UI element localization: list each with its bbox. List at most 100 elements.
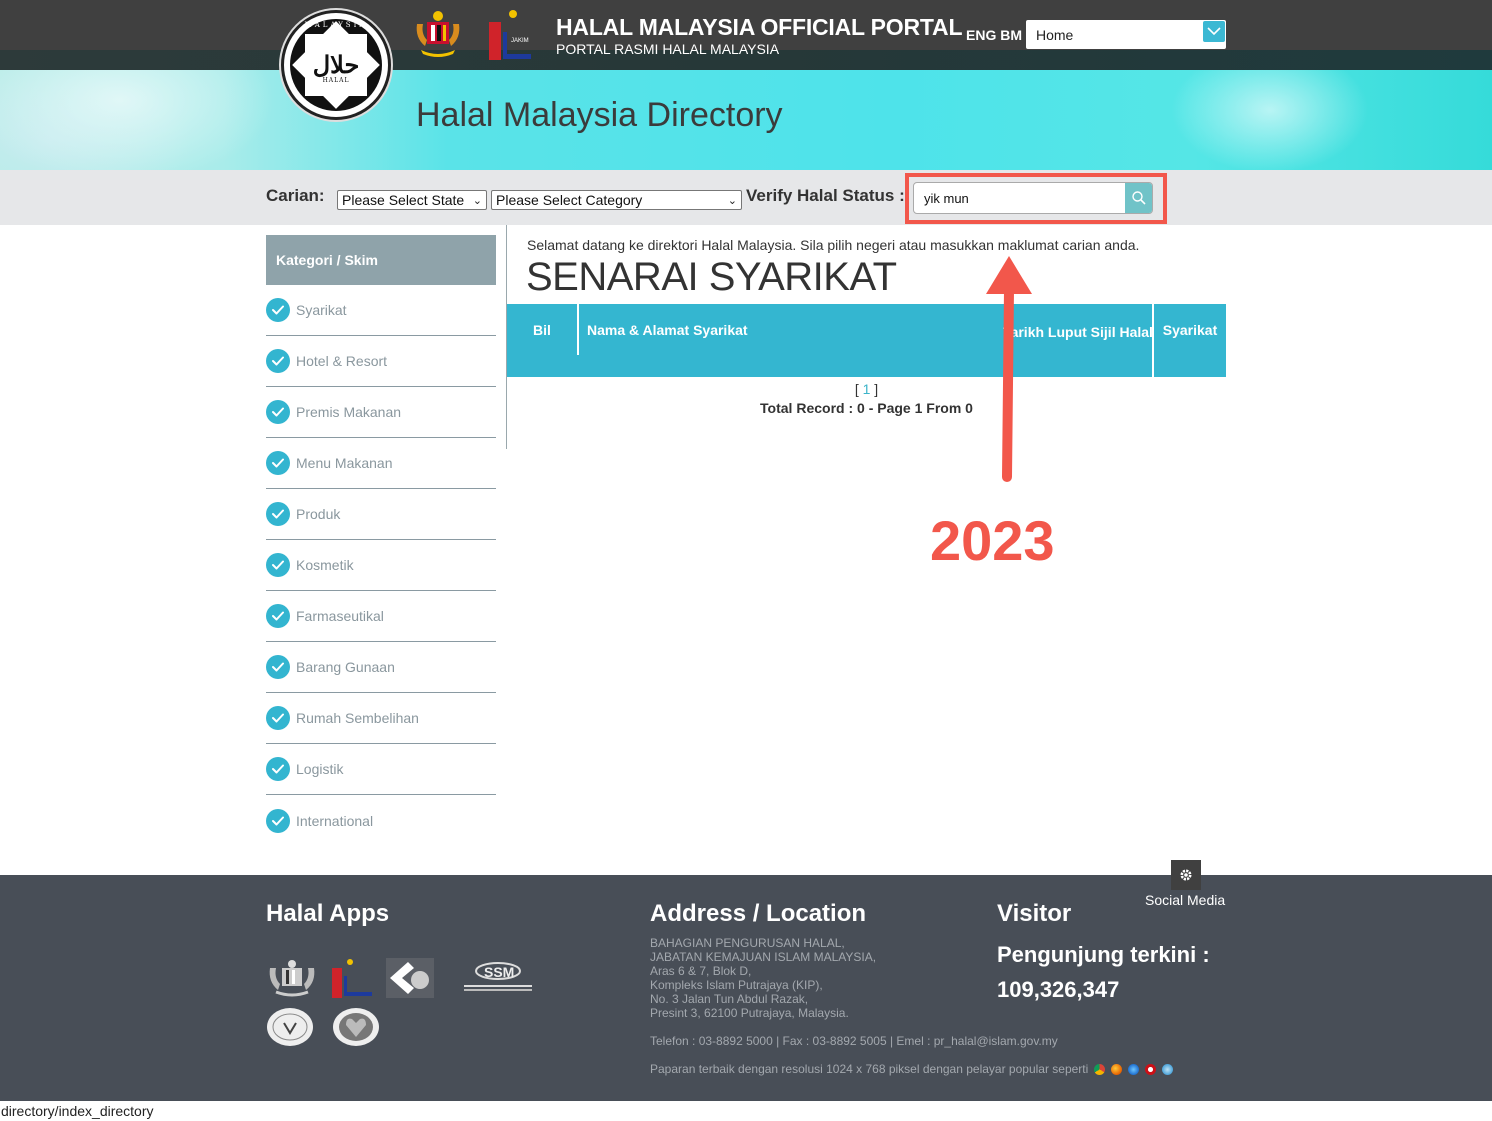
- sidebar-item-label: Barang Gunaan: [296, 659, 395, 675]
- logo-arabic-text: حلال: [312, 50, 360, 79]
- visitor-count: 109,326,347: [997, 977, 1120, 1002]
- column-header-bil: Bil: [533, 322, 551, 338]
- health-ministry-app-icon[interactable]: [332, 1007, 380, 1047]
- category-select[interactable]: Please Select Category ⌄: [491, 190, 742, 210]
- sidebar-item-label: Rumah Sembelihan: [296, 710, 419, 726]
- lang-eng-link[interactable]: ENG: [966, 27, 996, 43]
- check-circle-icon: [266, 553, 290, 577]
- firefox-icon: [1111, 1063, 1123, 1075]
- sidebar-item-label: Logistik: [296, 761, 344, 777]
- sidebar-item-label: International: [296, 812, 374, 829]
- sidebar-item[interactable]: Logistik: [266, 744, 496, 795]
- sidebar-item-label: Menu Makanan: [296, 455, 393, 471]
- sidebar-item-label: Farmaseutikal: [296, 608, 384, 624]
- annotation-year: 2023: [930, 509, 1055, 572]
- veterinary-app-icon[interactable]: [266, 1007, 314, 1047]
- sidebar-heading: Kategori / Skim: [266, 235, 496, 285]
- sidebar-item[interactable]: Produk: [266, 489, 496, 540]
- company-list-heading: SENARAI SYARIKAT: [526, 255, 897, 299]
- sidebar-item-label: Premis Makanan: [296, 404, 402, 420]
- column-separator: [577, 304, 579, 355]
- sidebar-item[interactable]: Kosmetik: [266, 540, 496, 591]
- sidebar-item-label: Syarikat: [296, 302, 347, 318]
- browser-status-bar: directory/index_directory: [0, 1101, 1492, 1121]
- sidebar-item[interactable]: International: [266, 795, 496, 846]
- check-circle-icon: [266, 655, 290, 679]
- category-select-value: Please Select Category: [496, 192, 643, 208]
- logo-ring: MALAYSIA حلال HALAL: [290, 19, 382, 111]
- safari-icon: [1162, 1063, 1174, 1075]
- sidebar-item[interactable]: Barang Gunaan: [266, 642, 496, 693]
- jakim-app-icon[interactable]: [332, 958, 372, 998]
- address-line: Presint 3, 62100 Putrajaya, Malaysia.: [650, 1006, 849, 1020]
- total-record-text: Total Record : 0 - Page 1 From 0: [760, 400, 973, 416]
- search-button[interactable]: [1125, 183, 1152, 213]
- social-media-label: Social Media: [1145, 892, 1226, 908]
- pagination: [ 1 ]: [507, 381, 1226, 397]
- check-circle-icon: [266, 502, 290, 526]
- welcome-text: Selamat datang ke direktori Halal Malays…: [527, 237, 1140, 253]
- visitor-label: Pengunjung terkini :: [997, 942, 1210, 967]
- sidebar-item[interactable]: Menu Makanan: [266, 438, 496, 489]
- sidebar-item-label: Hotel & Resort: [296, 353, 388, 369]
- logo-halal-text: HALAL: [322, 77, 350, 84]
- address-block: BAHAGIAN PENGURUSAN HALAL, JABATAN KEMAJ…: [650, 936, 876, 1020]
- check-circle-icon: [266, 451, 290, 475]
- chrome-icon: [1094, 1063, 1106, 1075]
- address-heading: Address / Location: [650, 900, 867, 927]
- check-circle-icon: [266, 400, 290, 424]
- sidebar-item-label: Kosmetik: [296, 557, 354, 573]
- sidebar-item[interactable]: Syarikat: [266, 285, 496, 336]
- annotation-arrow-icon: [986, 256, 1032, 482]
- pager-page-1[interactable]: 1: [863, 381, 871, 397]
- category-sidebar: Kategori / Skim Syarikat Hotel & Resort Pr…: [266, 235, 496, 846]
- myecc-app-icon[interactable]: [386, 958, 434, 998]
- sidebar-item[interactable]: Premis Makanan: [266, 387, 496, 438]
- ssm-app-icon[interactable]: SSM: [458, 957, 538, 995]
- column-header-syarikat: Syarikat: [1162, 322, 1218, 338]
- portal-title: HALAL MALAYSIA OFFICIAL PORTAL: [556, 14, 963, 40]
- social-media-button[interactable]: [1171, 860, 1201, 890]
- search-icon: [1131, 191, 1146, 205]
- state-select-value: Please Select State: [342, 192, 465, 208]
- check-circle-icon: [266, 808, 290, 833]
- halal-malaysia-logo[interactable]: MALAYSIA حلال HALAL: [281, 10, 391, 120]
- check-circle-icon: [266, 757, 290, 781]
- halal-apps-logos: SSM: [266, 955, 546, 1050]
- lang-bm-link[interactable]: BM: [1000, 27, 1022, 43]
- svg-text:JAKIM: JAKIM: [511, 38, 529, 44]
- pager-bracket-close: ]: [874, 381, 879, 397]
- navigation-select[interactable]: Home: [1026, 20, 1226, 49]
- gear-icon: [1180, 869, 1192, 881]
- sidebar-item-label: Produk: [296, 506, 341, 522]
- carian-label: Carian:: [266, 186, 325, 205]
- state-select[interactable]: Please Select State ⌄: [337, 190, 487, 210]
- verify-halal-input[interactable]: [913, 182, 1153, 214]
- internet-explorer-icon: [1128, 1063, 1140, 1075]
- sidebar-item[interactable]: Hotel & Resort: [266, 336, 496, 387]
- address-line: Aras 6 & 7, Blok D,: [650, 964, 752, 978]
- address-line: BAHAGIAN PENGURUSAN HALAL,: [650, 936, 845, 950]
- coat-of-arms-app-icon[interactable]: [266, 958, 318, 998]
- verify-halal-label: Verify Halal Status :: [746, 186, 905, 205]
- chevron-down-icon[interactable]: [1203, 21, 1225, 42]
- sidebar-item[interactable]: Rumah Sembelihan: [266, 693, 496, 744]
- language-switcher: ENG BM: [966, 27, 1022, 43]
- sidebar-list: Syarikat Hotel & Resort Premis Makanan Menu…: [266, 285, 496, 846]
- best-view-text: Paparan terbaik dengan resolusi 1024 x 7…: [650, 1062, 1089, 1076]
- check-circle-icon: [266, 706, 290, 730]
- contact-info: Telefon : 03-8892 5000 | Fax : 03-8892 5…: [650, 1034, 1058, 1048]
- check-circle-icon: [266, 298, 290, 322]
- nav-select-value: Home: [1036, 27, 1074, 43]
- column-header-nama: Nama & Alamat Syarikat: [587, 322, 748, 338]
- check-circle-icon: [266, 604, 290, 628]
- address-line: Kompleks Islam Putrajaya (KIP),: [650, 978, 823, 992]
- sidebar-item[interactable]: Farmaseutikal: [266, 591, 496, 642]
- address-line: No. 3 Jalan Tun Abdul Razak,: [650, 992, 809, 1006]
- opera-icon: [1145, 1063, 1157, 1075]
- results-table-header: Bil Nama & Alamat Syarikat Tarikh Luput …: [507, 304, 1226, 377]
- pager-bracket-open: [: [854, 381, 859, 397]
- malaysia-coat-of-arms-icon: [416, 11, 460, 57]
- visitor-heading: Visitor: [997, 900, 1072, 927]
- chevron-down-icon: ⌄: [472, 195, 482, 207]
